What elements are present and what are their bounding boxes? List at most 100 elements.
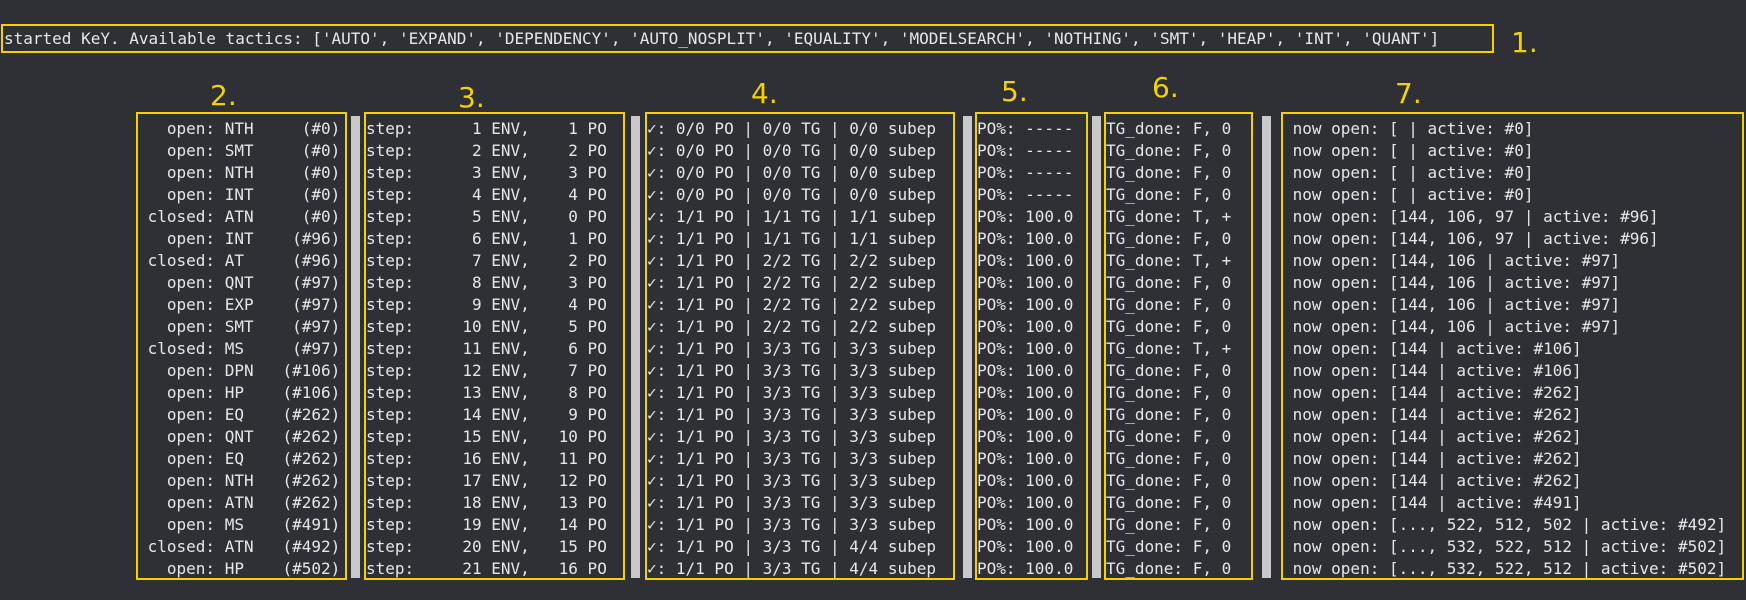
log-row: closed: ATN (#0) (138, 207, 341, 226)
tg-done-column: TG_done: F, 0 TG_done: F, 0 TG_done: F, 0 T… (1104, 112, 1253, 580)
log-row: step: 17 ENV, 12 PO (366, 471, 607, 490)
log-row: TG_done: F, 0 (1106, 471, 1232, 490)
log-row: now open: [ | active: #0] (1283, 185, 1534, 204)
log-row: ✓: 1/1 PO | 1/1 TG | 1/1 subep (647, 229, 936, 248)
steps-rows: step: 1 ENV, 1 PO step: 2 ENV, 2 PO step: … (366, 118, 607, 578)
log-row: now open: [144 | active: #106] (1283, 361, 1582, 380)
log-row: PO%: 100.0 (977, 559, 1074, 578)
po-percent-rows: PO%: ----- PO%: ----- PO%: ----- PO%: -----… (977, 118, 1074, 578)
log-row: now open: [..., 532, 522, 512 | active: … (1283, 559, 1727, 578)
column-separator (1092, 116, 1101, 578)
log-row: closed: MS (#97) (138, 339, 341, 358)
log-row: open: INT (#0) (138, 185, 341, 204)
log-row: PO%: 100.0 (977, 207, 1074, 226)
log-row: open: NTH (#0) (138, 119, 341, 138)
log-row: TG_done: F, 0 (1106, 317, 1232, 336)
log-row: ✓: 1/1 PO | 3/3 TG | 3/3 subep (647, 383, 936, 402)
log-row: now open: [144, 106 | active: #97] (1283, 317, 1621, 336)
log-row: ✓: 0/0 PO | 0/0 TG | 0/0 subep (647, 163, 936, 182)
log-row: step: 20 ENV, 15 PO (366, 537, 607, 556)
log-row: ✓: 1/1 PO | 3/3 TG | 3/3 subep (647, 471, 936, 490)
log-row: ✓: 1/1 PO | 3/3 TG | 3/3 subep (647, 361, 936, 380)
log-row: now open: [144 | active: #262] (1283, 471, 1582, 490)
log-row: TG_done: T, + (1106, 251, 1232, 270)
log-row: TG_done: F, 0 (1106, 493, 1232, 512)
log-row: TG_done: F, 0 (1106, 185, 1232, 204)
log-row: ✓: 1/1 PO | 3/3 TG | 3/3 subep (647, 493, 936, 512)
log-row: step: 18 ENV, 13 PO (366, 493, 607, 512)
log-row: ✓: 1/1 PO | 3/3 TG | 3/3 subep (647, 339, 936, 358)
log-row: step: 8 ENV, 3 PO (366, 273, 607, 292)
log-row: ✓: 1/1 PO | 2/2 TG | 2/2 subep (647, 295, 936, 314)
log-row: step: 12 ENV, 7 PO (366, 361, 607, 380)
checks-column: ✓: 0/0 PO | 0/0 TG | 0/0 subep ✓: 0/0 PO … (645, 112, 955, 580)
log-row: open: INT (#96) (138, 229, 341, 248)
log-row: TG_done: F, 0 (1106, 405, 1232, 424)
log-row: step: 6 ENV, 1 PO (366, 229, 607, 248)
log-row: open: EQ (#262) (138, 449, 341, 468)
marker-4: 4. (751, 77, 778, 110)
log-row: now open: [ | active: #0] (1283, 119, 1534, 138)
log-row: PO%: 100.0 (977, 361, 1074, 380)
marker-1: 1. (1511, 26, 1538, 59)
log-row: TG_done: F, 0 (1106, 295, 1232, 314)
log-row: step: 4 ENV, 4 PO (366, 185, 607, 204)
log-row: ✓: 1/1 PO | 2/2 TG | 2/2 subep (647, 273, 936, 292)
log-row: now open: [144, 106 | active: #97] (1283, 273, 1621, 292)
log-row: ✓: 1/1 PO | 3/3 TG | 3/3 subep (647, 449, 936, 468)
log-row: step: 10 ENV, 5 PO (366, 317, 607, 336)
log-row: PO%: 100.0 (977, 449, 1074, 468)
log-row: TG_done: F, 0 (1106, 163, 1232, 182)
marker-2: 2. (210, 79, 237, 112)
log-row: TG_done: F, 0 (1106, 559, 1232, 578)
log-row: open: QNT (#97) (138, 273, 341, 292)
log-row: open: DPN (#106) (138, 361, 341, 380)
log-row: now open: [144 | active: #262] (1283, 427, 1582, 446)
log-row: TG_done: F, 0 (1106, 119, 1232, 138)
log-row: now open: [144, 106, 97 | active: #96] (1283, 229, 1659, 248)
log-row: open: SMT (#0) (138, 141, 341, 160)
log-row: now open: [144 | active: #262] (1283, 383, 1582, 402)
log-row: ✓: 1/1 PO | 1/1 TG | 1/1 subep (647, 207, 936, 226)
log-row: open: QNT (#262) (138, 427, 341, 446)
log-row: now open: [144 | active: #106] (1283, 339, 1582, 358)
log-row: open: SMT (#97) (138, 317, 341, 336)
log-row: TG_done: F, 0 (1106, 273, 1232, 292)
log-row: ✓: 1/1 PO | 2/2 TG | 2/2 subep (647, 251, 936, 270)
log-row: open: EXP (#97) (138, 295, 341, 314)
log-row: ✓: 1/1 PO | 3/3 TG | 4/4 subep (647, 537, 936, 556)
log-row: ✓: 1/1 PO | 3/3 TG | 3/3 subep (647, 515, 936, 534)
log-row: TG_done: F, 0 (1106, 515, 1232, 534)
log-row: ✓: 0/0 PO | 0/0 TG | 0/0 subep (647, 141, 936, 160)
log-row: step: 11 ENV, 6 PO (366, 339, 607, 358)
log-row: closed: ATN (#492) (138, 537, 341, 556)
log-row: step: 9 ENV, 4 PO (366, 295, 607, 314)
log-row: PO%: 100.0 (977, 493, 1074, 512)
log-row: open: NTH (#0) (138, 163, 341, 182)
log-row: step: 15 ENV, 10 PO (366, 427, 607, 446)
po-percent-column: PO%: ----- PO%: ----- PO%: ----- PO%: -----… (975, 112, 1088, 580)
log-row: now open: [144 | active: #262] (1283, 449, 1582, 468)
marker-5: 5. (1001, 75, 1028, 108)
column-separator (1262, 116, 1271, 578)
log-row: now open: [144 | active: #491] (1283, 493, 1582, 512)
log-row: TG_done: F, 0 (1106, 141, 1232, 160)
log-row: PO%: 100.0 (977, 229, 1074, 248)
log-row: PO%: 100.0 (977, 273, 1074, 292)
log-row: step: 19 ENV, 14 PO (366, 515, 607, 534)
log-row: step: 1 ENV, 1 PO (366, 119, 607, 138)
steps-column: step: 1 ENV, 1 PO step: 2 ENV, 2 PO step: … (364, 112, 625, 580)
log-row: step: 2 ENV, 2 PO (366, 141, 607, 160)
log-row: PO%: 100.0 (977, 515, 1074, 534)
status-rows: open: NTH (#0) open: SMT (#0) open: NTH … (138, 118, 341, 578)
log-row: TG_done: F, 0 (1106, 383, 1232, 402)
log-row: PO%: 100.0 (977, 427, 1074, 446)
header-output-line: started KeY. Available tactics: ['AUTO',… (1, 24, 1494, 53)
log-row: TG_done: F, 0 (1106, 449, 1232, 468)
log-row: now open: [..., 522, 512, 502 | active: … (1283, 515, 1727, 534)
column-separator (351, 116, 360, 578)
log-row: TG_done: F, 0 (1106, 427, 1232, 446)
log-row: PO%: ----- (977, 119, 1074, 138)
marker-3: 3. (458, 81, 485, 114)
column-separator (963, 116, 972, 578)
